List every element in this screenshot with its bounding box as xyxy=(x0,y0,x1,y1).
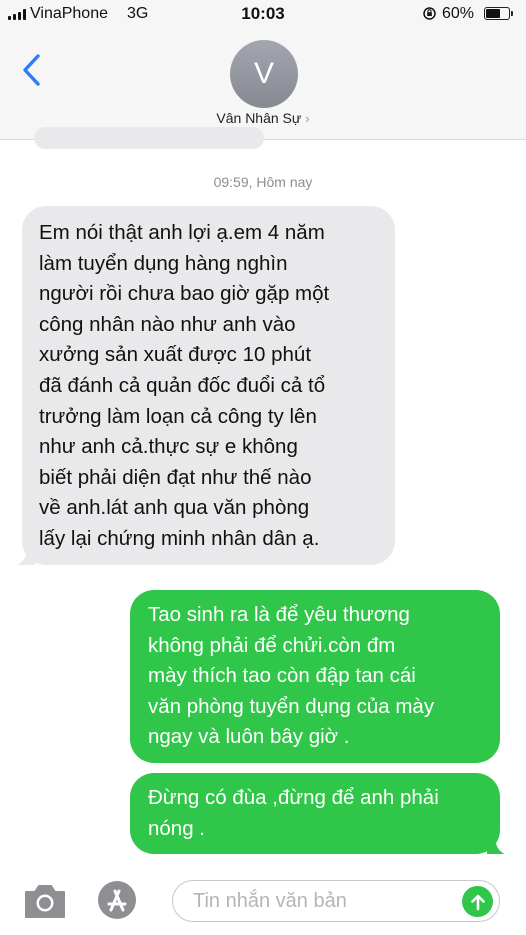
text-field-placeholder: Tin nhắn văn bản xyxy=(193,890,347,912)
orientation-lock-icon xyxy=(422,6,437,25)
back-chevron-icon xyxy=(23,54,40,86)
message-list[interactable]: 09:59, Hôm nay Em nói thật anh lợi ạ.em … xyxy=(0,127,526,866)
camera-icon xyxy=(25,885,65,918)
message-text-field[interactable]: Tin nhắn văn bản xyxy=(172,880,500,922)
message-line: về anh.lát anh qua văn phòng xyxy=(39,496,310,520)
message-line: làm tuyển dụng hàng nghìn xyxy=(39,251,288,275)
messages-screen: VinaPhone 3G 10:03 60% V Vân Nhân Sự › 0… xyxy=(0,0,526,935)
message-line: trưởng làm loạn cả công ty lên xyxy=(39,404,317,428)
outgoing-message-bubble[interactable]: Tao sinh ra là để yêu thương không phải … xyxy=(130,590,500,763)
message-timestamp: 09:59, Hôm nay xyxy=(213,174,313,190)
message-line: mày thích tao còn đập tan cái xyxy=(148,664,416,688)
status-bar: VinaPhone 3G 10:03 60% xyxy=(0,0,526,30)
message-line: nóng . xyxy=(148,816,205,840)
back-button[interactable] xyxy=(14,48,50,92)
conversation-header: V Vân Nhân Sự › xyxy=(0,30,526,140)
message-line: đã đánh cả quản đốc đuổi cả tổ xyxy=(39,373,326,397)
message-line: văn phòng tuyển dụng của mày xyxy=(148,694,435,718)
incoming-message-bubble[interactable]: Em nói thật anh lợi ạ.em 4 năm làm tuyển… xyxy=(17,206,395,565)
app-store-icon xyxy=(98,881,136,919)
battery-level xyxy=(486,9,501,18)
message-line: ngay và luôn bây giờ . xyxy=(148,725,350,749)
message-line: như anh cả.thực sự e không xyxy=(39,435,298,459)
bubble-tail xyxy=(17,544,35,565)
message-line: lấy lại chứng minh nhân dân ạ. xyxy=(39,526,320,550)
battery-percentage: 60% xyxy=(442,5,475,22)
contact-name-button[interactable]: Vân Nhân Sự › xyxy=(0,110,526,126)
message-line: Đừng có đùa ,đừng để anh phải xyxy=(148,786,439,809)
contact-avatar[interactable]: V xyxy=(230,40,298,108)
send-arrow-icon xyxy=(470,894,485,910)
message-line: Em nói thật anh lợi ạ.em 4 năm xyxy=(39,221,325,244)
contact-name: Vân Nhân Sự xyxy=(216,110,302,126)
bubble-tail xyxy=(487,834,505,855)
message-line: không phải để chửi.còn đm xyxy=(148,633,396,657)
message-line: người rồi chưa bao giờ gặp một xyxy=(39,282,330,306)
input-bar: Tin nhắn văn bản xyxy=(0,866,526,935)
message-line: xưởng sản xuất được 10 phút xyxy=(39,343,312,367)
send-button[interactable] xyxy=(462,886,493,917)
message-line: công nhân nào như anh vào xyxy=(39,312,296,336)
previous-message-bubble xyxy=(34,127,264,149)
camera-button[interactable] xyxy=(22,882,68,920)
contact-chevron-icon: › xyxy=(305,111,310,126)
battery-icon xyxy=(484,7,513,20)
message-line: biết phải diện đạt như thế nào xyxy=(39,465,312,489)
outgoing-message-bubble[interactable]: Đừng có đùa ,đừng để anh phải nóng . xyxy=(130,773,505,855)
app-store-button[interactable] xyxy=(97,880,137,920)
message-line: Tao sinh ra là để yêu thương xyxy=(148,603,410,626)
